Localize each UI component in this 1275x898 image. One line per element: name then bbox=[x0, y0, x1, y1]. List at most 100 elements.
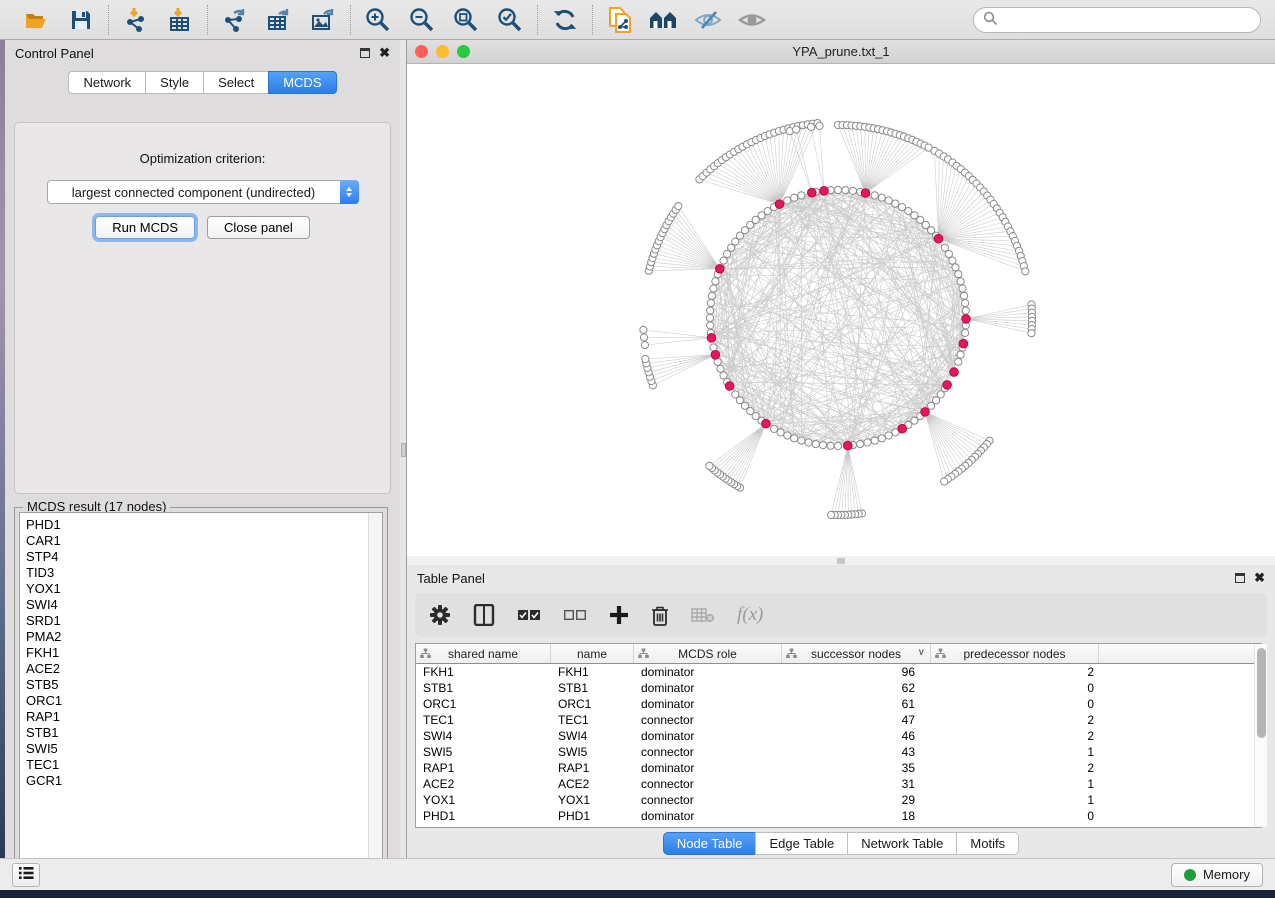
export-table-button[interactable] bbox=[260, 4, 298, 36]
cell-predecessor-nodes: 1 bbox=[931, 777, 1099, 791]
result-list-item[interactable]: SWI4 bbox=[26, 597, 368, 613]
result-list-item[interactable]: TID3 bbox=[26, 565, 368, 581]
table-scrollbar-thumb[interactable] bbox=[1257, 648, 1266, 738]
node-table: shared namenameMCDS rolesuccessor nodes∨… bbox=[415, 643, 1262, 828]
zoom-fit-button[interactable] bbox=[447, 4, 485, 36]
column-header-MCDS-role[interactable]: MCDS role bbox=[634, 644, 782, 663]
column-selector-icon[interactable] bbox=[473, 604, 495, 626]
result-list-item[interactable]: STP4 bbox=[26, 549, 368, 565]
cell-shared-name: TEC1 bbox=[416, 713, 551, 727]
function-builder-icon[interactable]: f(x) bbox=[737, 604, 763, 626]
window-maximize-button[interactable] bbox=[457, 45, 470, 58]
table-row[interactable]: ORC1ORC1dominator610 bbox=[416, 696, 1261, 712]
import-network-button[interactable] bbox=[117, 4, 155, 36]
column-header-name[interactable]: name bbox=[551, 644, 634, 663]
import-table-button[interactable] bbox=[161, 4, 199, 36]
deselect-all-icon[interactable] bbox=[563, 608, 587, 622]
table-row[interactable]: RAP1RAP1dominator352 bbox=[416, 760, 1261, 776]
vertical-split-grip[interactable] bbox=[401, 443, 406, 457]
window-minimize-button[interactable] bbox=[436, 45, 449, 58]
network-file-button[interactable] bbox=[601, 4, 639, 36]
result-list-item[interactable]: RAP1 bbox=[26, 709, 368, 725]
show-all-button[interactable] bbox=[733, 4, 771, 36]
close-panel-icon[interactable]: ✖ bbox=[379, 48, 390, 58]
network-titlebar[interactable]: YPA_prune.txt_1 bbox=[407, 40, 1275, 64]
tab-mcds[interactable]: MCDS bbox=[268, 71, 336, 94]
close-panel-button[interactable]: Close panel bbox=[207, 216, 310, 239]
network-canvas[interactable] bbox=[407, 64, 1275, 555]
hide-selected-button[interactable] bbox=[689, 4, 727, 36]
result-list-scrollbar[interactable] bbox=[368, 513, 382, 872]
save-floppy-icon bbox=[69, 8, 93, 32]
tab-style[interactable]: Style bbox=[145, 71, 203, 94]
search-input[interactable] bbox=[1003, 12, 1251, 27]
sort-chevron-icon[interactable]: ∨ bbox=[918, 647, 925, 658]
float-table-panel-icon[interactable] bbox=[1235, 573, 1245, 583]
open-file-button[interactable] bbox=[18, 4, 56, 36]
tab-select[interactable]: Select bbox=[203, 71, 268, 94]
table-scrollbar[interactable] bbox=[1254, 644, 1267, 827]
tab-network[interactable]: Network bbox=[68, 71, 145, 94]
zoom-out-button[interactable] bbox=[403, 4, 441, 36]
export-image-icon bbox=[310, 7, 336, 33]
export-network-button[interactable] bbox=[216, 4, 254, 36]
refresh-layout-button[interactable] bbox=[546, 4, 584, 36]
result-list-item[interactable]: ORC1 bbox=[26, 693, 368, 709]
horizontal-split-grip[interactable] bbox=[837, 558, 845, 564]
column-header-successor-nodes[interactable]: successor nodes∨ bbox=[782, 644, 931, 663]
task-history-button[interactable] bbox=[12, 863, 40, 887]
result-list-item[interactable]: GCR1 bbox=[26, 773, 368, 789]
result-list-item[interactable]: ACE2 bbox=[26, 661, 368, 677]
tab-motifs[interactable]: Motifs bbox=[956, 832, 1019, 855]
criterion-select[interactable]: largest connected component (undirected) bbox=[47, 180, 359, 204]
float-panel-icon[interactable] bbox=[360, 48, 370, 58]
control-panel-title: Control Panel bbox=[15, 46, 94, 61]
search-icon bbox=[983, 11, 998, 29]
vertical-split-divider[interactable] bbox=[400, 40, 407, 858]
run-mcds-button[interactable]: Run MCDS bbox=[95, 216, 195, 239]
result-list-item[interactable]: FKH1 bbox=[26, 645, 368, 661]
result-list-item[interactable]: STB1 bbox=[26, 725, 368, 741]
memory-button[interactable]: Memory bbox=[1171, 863, 1263, 887]
result-list-item[interactable]: YOX1 bbox=[26, 581, 368, 597]
close-table-panel-icon[interactable]: ✖ bbox=[1254, 573, 1265, 583]
export-image-button[interactable] bbox=[304, 4, 342, 36]
table-row[interactable]: PHD1PHD1dominator180 bbox=[416, 808, 1261, 824]
cell-successor-nodes: 31 bbox=[782, 777, 931, 791]
first-neighbors-button[interactable] bbox=[645, 4, 683, 36]
add-column-icon[interactable] bbox=[609, 605, 629, 625]
table-settings-gear-icon[interactable] bbox=[429, 604, 451, 626]
network-graph[interactable] bbox=[407, 64, 1275, 555]
column-header-shared-name[interactable]: shared name bbox=[416, 644, 551, 663]
delete-table-icon[interactable] bbox=[691, 607, 715, 623]
cell-successor-nodes: 62 bbox=[782, 681, 931, 695]
result-list-item[interactable]: PMA2 bbox=[26, 629, 368, 645]
horizontal-split-divider[interactable] bbox=[407, 556, 1275, 565]
table-row[interactable]: TEC1TEC1connector472 bbox=[416, 712, 1261, 728]
search-box[interactable] bbox=[973, 7, 1261, 33]
cell-name: TEC1 bbox=[551, 713, 634, 727]
mcds-result-list[interactable]: PHD1CAR1STP4TID3YOX1SWI4SRD1PMA2FKH1ACE2… bbox=[19, 512, 383, 873]
result-list-item[interactable]: SWI5 bbox=[26, 741, 368, 757]
save-session-button[interactable] bbox=[62, 4, 100, 36]
column-header-predecessor-nodes[interactable]: predecessor nodes bbox=[931, 644, 1099, 663]
tab-network-table[interactable]: Network Table bbox=[847, 832, 956, 855]
table-row[interactable]: STB1STB1dominator620 bbox=[416, 680, 1261, 696]
table-row[interactable]: YOX1YOX1connector291 bbox=[416, 792, 1261, 808]
result-list-item[interactable]: CAR1 bbox=[26, 533, 368, 549]
tab-edge-table[interactable]: Edge Table bbox=[755, 832, 847, 855]
result-list-item[interactable]: PHD1 bbox=[26, 517, 368, 533]
select-all-icon[interactable] bbox=[517, 608, 541, 622]
table-row[interactable]: SWI4SWI4dominator462 bbox=[416, 728, 1261, 744]
result-list-item[interactable]: TEC1 bbox=[26, 757, 368, 773]
delete-column-trash-icon[interactable] bbox=[651, 605, 669, 626]
result-list-item[interactable]: SRD1 bbox=[26, 613, 368, 629]
table-row[interactable]: ACE2ACE2connector311 bbox=[416, 776, 1261, 792]
tab-node-table[interactable]: Node Table bbox=[663, 832, 756, 855]
zoom-selected-button[interactable] bbox=[491, 4, 529, 36]
table-row[interactable]: SWI5SWI5connector431 bbox=[416, 744, 1261, 760]
table-row[interactable]: FKH1FKH1dominator962 bbox=[416, 664, 1261, 680]
window-close-button[interactable] bbox=[415, 45, 428, 58]
result-list-item[interactable]: STB5 bbox=[26, 677, 368, 693]
zoom-in-button[interactable] bbox=[359, 4, 397, 36]
